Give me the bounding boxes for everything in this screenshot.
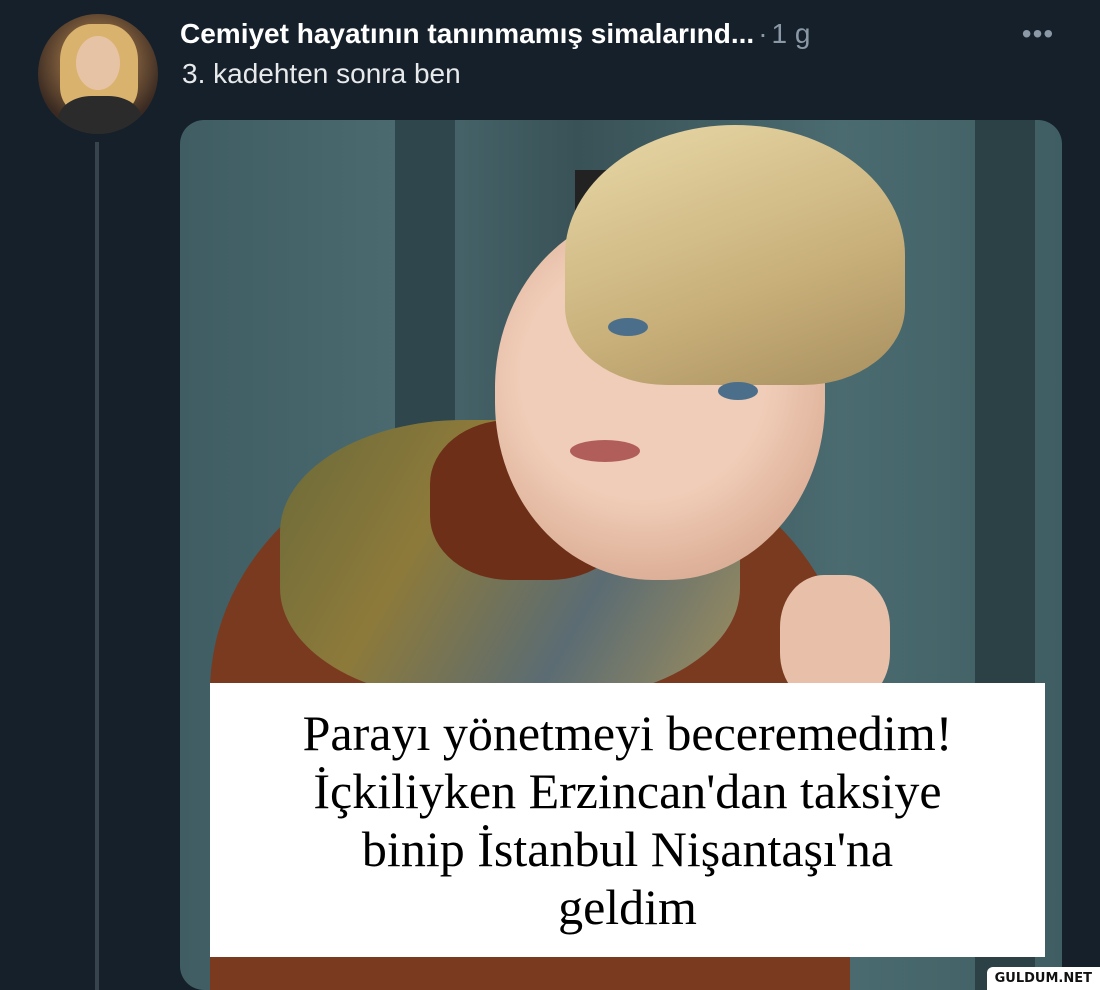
author-name[interactable]: Cemiyet hayatının tanınmamış simalarınd.… <box>180 18 754 50</box>
thread-line <box>95 142 99 990</box>
caption-line: binip İstanbul Nişantaşı'na <box>361 821 894 877</box>
caption-line: geldim <box>558 879 697 935</box>
left-eye <box>608 318 648 336</box>
watermark: GULDUM.NET <box>986 967 1100 990</box>
tweet-text: 3. kadehten sonra ben <box>182 58 461 89</box>
more-options-icon[interactable]: ••• <box>1018 14 1058 54</box>
avatar-face <box>76 36 120 90</box>
caption-line: Parayı yönetmeyi beceremedim! <box>302 705 953 761</box>
right-eye <box>718 382 758 400</box>
tweet-media-image[interactable]: Parayı yönetmeyi beceremedim! İçkiliyken… <box>180 120 1062 990</box>
timestamp[interactable]: 1 g <box>772 18 811 50</box>
avatar-body <box>58 96 142 134</box>
hair <box>565 125 905 385</box>
tweet-header: Cemiyet hayatının tanınmamış simalarınd.… <box>180 14 810 54</box>
separator-dot: · <box>758 18 768 49</box>
meme-caption: Parayı yönetmeyi beceremedim! İçkiliyken… <box>210 683 1045 957</box>
caption-line: İçkiliyken Erzincan'dan taksiye <box>313 763 942 819</box>
avatar[interactable] <box>38 14 158 134</box>
lips <box>570 440 640 462</box>
